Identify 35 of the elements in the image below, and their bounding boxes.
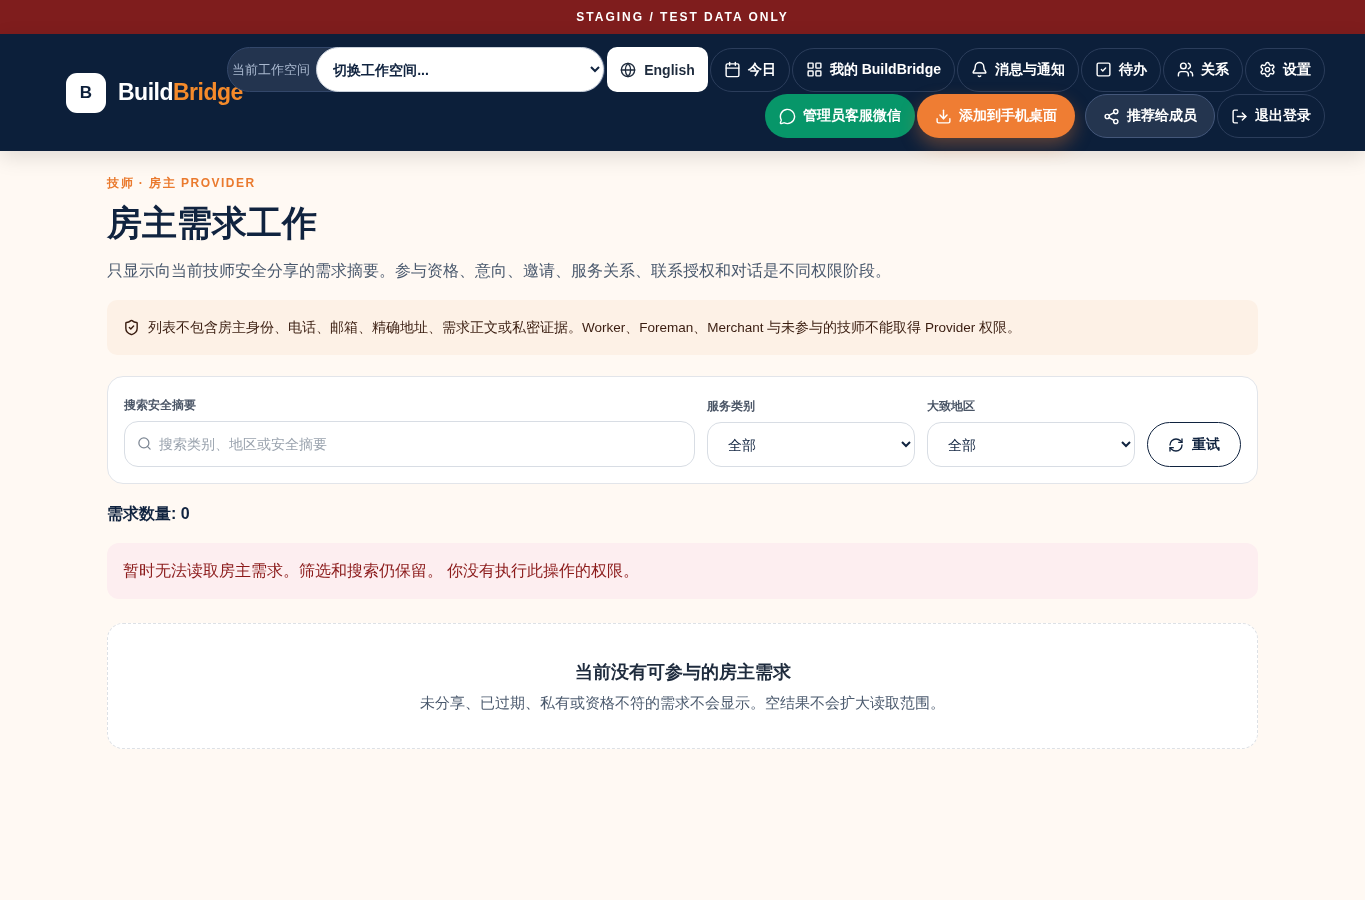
refresh-icon: [1168, 436, 1184, 453]
download-icon: [935, 107, 952, 125]
language-button[interactable]: English: [607, 47, 708, 92]
page-description: 只显示向当前技师安全分享的需求摘要。参与资格、意向、邀请、服务关系、联系授权和对话是不同权限阶段。: [107, 261, 892, 281]
search-field[interactable]: 搜索类别、地区或安全摘要: [124, 421, 695, 467]
workspace-select[interactable]: 切换工作空间...: [316, 47, 605, 92]
empty-title: 当前没有可参与的房主需求: [574, 660, 791, 684]
field-label: 大致地区: [927, 398, 976, 415]
action-button[interactable]: 管理员客服微信: [765, 94, 915, 138]
shield-icon: [123, 319, 140, 336]
globe-icon: [620, 61, 637, 78]
search-icon: [137, 436, 152, 451]
retry-button[interactable]: 重试: [1147, 422, 1241, 467]
result-count: 需求数量: 0: [107, 504, 191, 524]
logo-mark: B: [66, 72, 106, 113]
bell-icon: [971, 61, 988, 78]
action-button[interactable]: 推荐给成员: [1085, 94, 1215, 138]
category-select[interactable]: 全部: [707, 422, 915, 467]
logout-icon: [1231, 107, 1248, 125]
empty-text: 未分享、已过期、私有或资格不符的需求不会显示。空结果不会扩大读取范围。: [420, 693, 945, 713]
error-message: 暂时无法读取房主需求。筛选和搜索仍保留。 你没有执行此操作的权限。: [107, 543, 1258, 599]
eyebrow-label: 技师 · 房主 PROVIDER: [107, 175, 257, 192]
region-select[interactable]: 全部: [927, 422, 1135, 467]
checkbox-icon: [1095, 61, 1112, 78]
staging-banner: STAGING / TEST DATA ONLY: [0, 0, 1365, 34]
notice-text: 列表不包含房主身份、电话、邮箱、精确地址、需求正文或私密证据。Worker、Foreman、Merchant 与未参与的技师不能取得 Provider 权限。: [148, 318, 1022, 337]
calendar-icon: [723, 61, 741, 78]
field-label: 服务类别: [707, 398, 756, 415]
page-title: 房主需求工作: [107, 202, 318, 244]
grid-icon: [805, 61, 823, 78]
share-icon: [1103, 107, 1120, 125]
chat-icon: [779, 107, 796, 125]
settings-icon: [1259, 61, 1276, 78]
field-label: 搜索安全摘要: [124, 397, 197, 414]
users-icon: [1177, 61, 1194, 78]
